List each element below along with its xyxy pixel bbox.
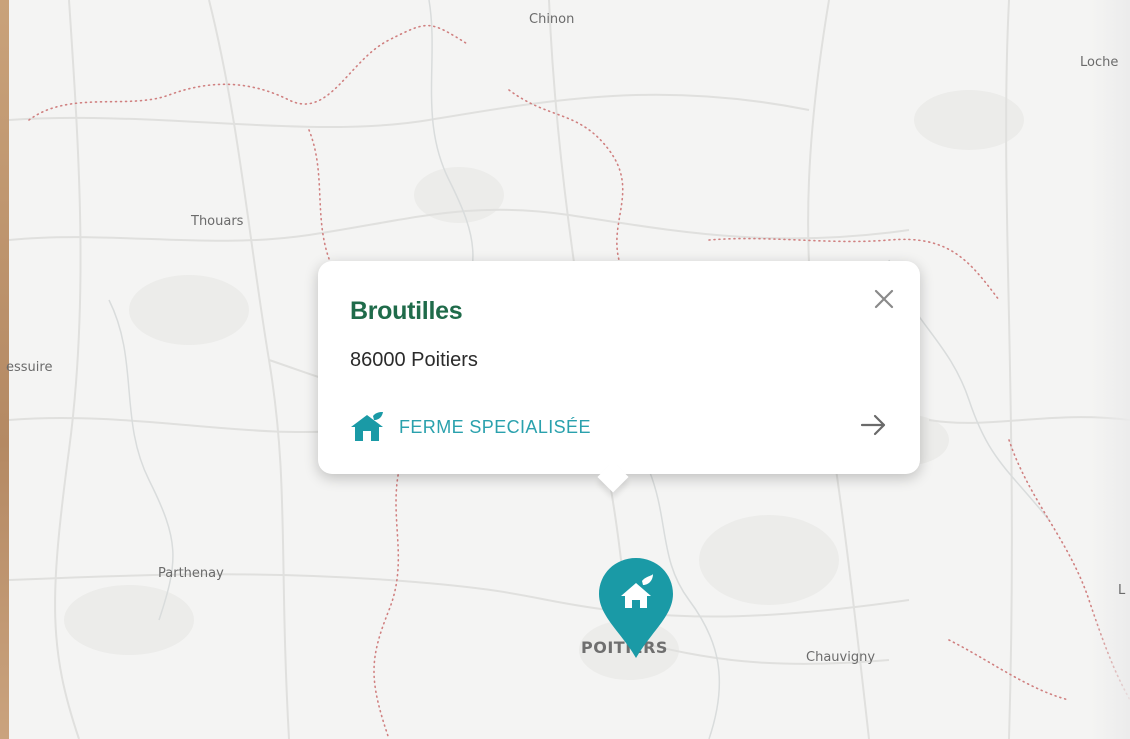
place-label-edge: L [1118,583,1126,598]
arrow-right-icon[interactable] [856,410,890,440]
place-label-bressuire: essuire [6,360,53,375]
place-popup: Broutilles 86000 Poitiers FERME SPECIALI… [318,261,920,493]
place-label-thouars: Thouars [191,214,244,229]
popup-title[interactable]: Broutilles [350,297,463,326]
category-label: FERME SPECIALISÉE [399,416,591,437]
category-link[interactable]: FERME SPECIALISÉE [350,412,591,442]
place-label-chauvigny: Chauvigny [806,650,876,665]
place-label-loches: Loche [1080,55,1119,70]
map-marker[interactable] [597,556,675,660]
place-label-chinon: Chinon [529,12,575,27]
place-label-parthenay: Parthenay [158,566,224,581]
close-icon[interactable] [870,285,898,313]
farm-house-icon [351,412,383,441]
popup-address: 86000 Poitiers [350,349,478,371]
